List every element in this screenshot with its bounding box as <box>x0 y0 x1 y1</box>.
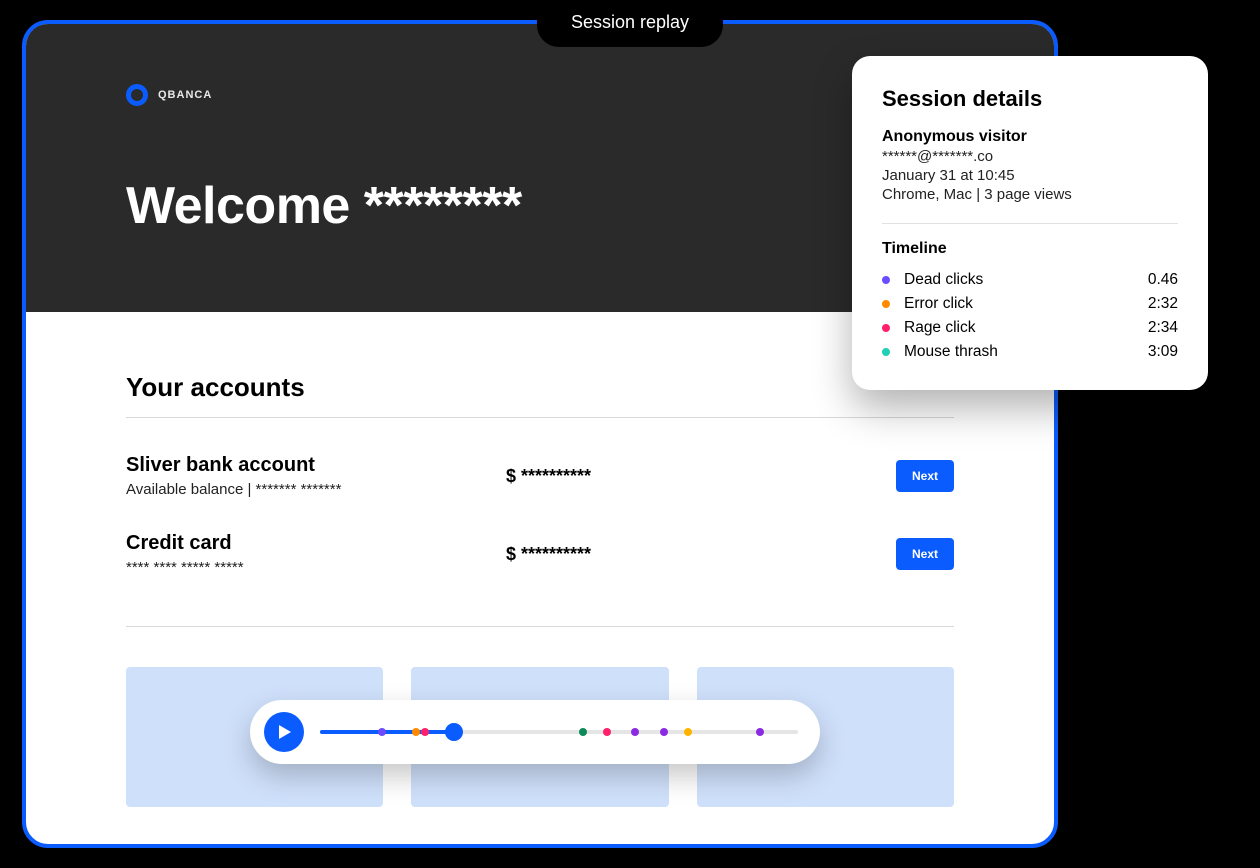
timeline-label: Rage click <box>904 319 1148 337</box>
accounts-title: Your accounts <box>126 372 954 403</box>
timeline-label: Error click <box>904 295 1148 313</box>
welcome-heading: Welcome ******** <box>126 176 954 236</box>
account-row: Sliver bank account Available balance | … <box>126 454 954 498</box>
divider <box>882 223 1178 224</box>
play-icon <box>276 724 292 740</box>
track-progress <box>320 730 454 734</box>
track-marker-icon[interactable] <box>631 728 639 736</box>
timeline-row[interactable]: Error click2:32 <box>882 292 1178 316</box>
divider <box>126 417 954 418</box>
next-button[interactable]: Next <box>896 460 954 492</box>
timeline-row[interactable]: Mouse thrash3:09 <box>882 340 1178 364</box>
account-amount: $ ********** <box>506 466 896 487</box>
logo-icon <box>126 84 148 106</box>
session-replay-tab: Session replay <box>537 0 723 47</box>
visitor-datetime: January 31 at 10:45 <box>882 167 1178 184</box>
timeline-dot-icon <box>882 300 890 308</box>
account-name: Sliver bank account <box>126 454 506 477</box>
track-marker-icon[interactable] <box>660 728 668 736</box>
track-thumb[interactable] <box>445 723 463 741</box>
next-button[interactable]: Next <box>896 538 954 570</box>
details-title: Session details <box>882 86 1178 112</box>
visitor-name: Anonymous visitor <box>882 128 1178 146</box>
session-details-panel: Session details Anonymous visitor ******… <box>852 56 1208 390</box>
timeline-time: 0.46 <box>1148 271 1178 289</box>
timeline-row[interactable]: Dead clicks0.46 <box>882 268 1178 292</box>
account-subline: Available balance | ******* ******* <box>126 481 506 498</box>
timeline-dot-icon <box>882 324 890 332</box>
track-marker-icon[interactable] <box>756 728 764 736</box>
brand-logo: QBANCA <box>126 84 954 106</box>
playback-track[interactable] <box>320 730 798 734</box>
track-marker-icon[interactable] <box>603 728 611 736</box>
visitor-client: Chrome, Mac | 3 page views <box>882 186 1178 203</box>
timeline-label: Mouse thrash <box>904 343 1148 361</box>
account-row: Credit card **** **** ***** ***** $ ****… <box>126 532 954 576</box>
track-marker-icon[interactable] <box>421 728 429 736</box>
track-marker-icon[interactable] <box>378 728 386 736</box>
timeline-time: 2:34 <box>1148 319 1178 337</box>
visitor-email: ******@*******.co <box>882 148 1178 165</box>
timeline-time: 2:32 <box>1148 295 1178 313</box>
tab-label: Session replay <box>571 12 689 32</box>
brand-name: QBANCA <box>158 89 212 101</box>
account-subline: **** **** ***** ***** <box>126 559 506 576</box>
account-name: Credit card <box>126 532 506 555</box>
timeline-list: Dead clicks0.46Error click2:32Rage click… <box>882 268 1178 364</box>
track-marker-icon[interactable] <box>579 728 587 736</box>
track-marker-icon[interactable] <box>412 728 420 736</box>
play-button[interactable] <box>264 712 304 752</box>
timeline-dot-icon <box>882 276 890 284</box>
timeline-time: 3:09 <box>1148 343 1178 361</box>
timeline-row[interactable]: Rage click2:34 <box>882 316 1178 340</box>
playback-bar <box>250 700 820 764</box>
track-marker-icon[interactable] <box>684 728 692 736</box>
account-amount: $ ********** <box>506 544 896 565</box>
timeline-label: Dead clicks <box>904 271 1148 289</box>
timeline-dot-icon <box>882 348 890 356</box>
timeline-title: Timeline <box>882 240 1178 258</box>
